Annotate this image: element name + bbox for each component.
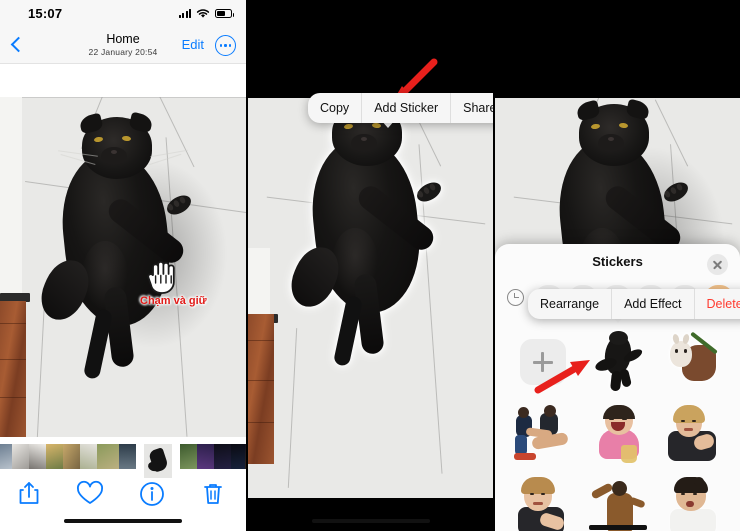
sticker-black-cat[interactable] <box>580 326 655 398</box>
letterbox-top <box>248 0 493 98</box>
cellular-signal-icon <box>178 9 191 18</box>
tap-and-hold-hand-icon <box>140 255 184 299</box>
status-bar: 15:07 <box>0 0 246 28</box>
sticker-laughing-woman-pink[interactable] <box>580 398 655 470</box>
panel-stickers-sheet: Stickers Rearrange Add Effect Delete <box>495 0 740 531</box>
add-sticker-cell[interactable] <box>505 326 580 398</box>
panel-photo-viewer: 15:07 Home 22 January 20:54 Edit Chạm và… <box>0 0 246 531</box>
sticker-boy-white-shirt[interactable] <box>655 470 730 531</box>
panel-add-sticker-menu: Copy Add Sticker Share... <box>248 0 493 531</box>
home-indicator <box>311 518 430 523</box>
home-indicator <box>64 518 182 523</box>
album-title: Home <box>106 32 140 46</box>
add-effect-menu-item[interactable]: Add Effect <box>611 289 693 319</box>
status-time: 15:07 <box>28 6 63 21</box>
sheet-title: Stickers <box>592 254 643 269</box>
sticker-man-robe[interactable] <box>580 470 655 531</box>
screenshot-root: 15:07 Home 22 January 20:54 Edit Chạm và… <box>0 0 740 531</box>
rearrange-menu-item[interactable]: Rearrange <box>528 289 611 319</box>
letterbox-bottom <box>248 498 493 531</box>
letterbox-top <box>495 0 740 98</box>
tap-and-hold-annotation: Chạm và giữ <box>140 255 207 307</box>
photo-canvas[interactable]: Chạm và giữ <box>0 97 246 437</box>
heart-icon[interactable] <box>75 479 109 509</box>
sticker-two-people[interactable] <box>505 398 580 470</box>
close-icon[interactable] <box>707 254 728 275</box>
add-sticker-plus-icon[interactable] <box>519 339 566 385</box>
photo-canvas[interactable] <box>248 98 493 498</box>
sticker-woman-leaning[interactable] <box>655 398 730 470</box>
info-circle-icon[interactable] <box>137 479 171 509</box>
share-menu-item[interactable]: Share... <box>450 93 493 123</box>
recents-clock-icon[interactable] <box>501 285 529 310</box>
filmstrip-thumb-selected[interactable] <box>142 442 174 480</box>
edit-button[interactable]: Edit <box>182 37 204 52</box>
sticker-alpaca[interactable] <box>655 326 730 398</box>
context-menu: Copy Add Sticker Share... <box>308 93 493 123</box>
lifted-cat-subject[interactable] <box>283 98 458 396</box>
share-icon[interactable] <box>14 479 48 509</box>
status-icons <box>178 8 234 19</box>
more-options-button[interactable] <box>215 35 236 56</box>
stickers-sheet: Stickers Rearrange Add Effect Delete <box>495 244 740 531</box>
sticker-grid <box>495 320 740 531</box>
battery-icon <box>215 9 234 18</box>
sticker-woman-pointing[interactable] <box>505 470 580 531</box>
wifi-icon <box>196 9 210 18</box>
photo-timestamp: 22 January 20:54 <box>88 47 158 57</box>
delete-menu-item[interactable]: Delete <box>693 289 740 319</box>
navigation-bar: Home 22 January 20:54 Edit <box>0 28 246 64</box>
page-title: Home 22 January 20:54 <box>0 32 246 58</box>
copy-menu-item[interactable]: Copy <box>308 93 361 123</box>
add-sticker-menu-item[interactable]: Add Sticker <box>361 93 450 123</box>
trash-icon[interactable] <box>198 479 232 509</box>
sticker-context-menu: Rearrange Add Effect Delete <box>528 289 740 319</box>
